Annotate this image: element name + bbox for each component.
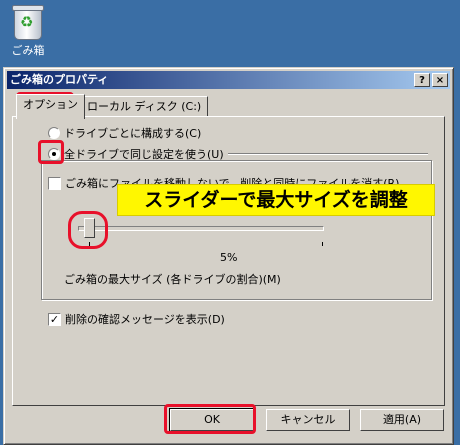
tab-options[interactable]: オプション: [16, 94, 85, 119]
desktop-icon-label: ごみ箱: [11, 44, 45, 57]
properties-dialog: ごみ箱のプロパティ ? × オプション ローカル ディスク (C:) ドライブご…: [3, 67, 454, 445]
slider-track[interactable]: [78, 226, 324, 231]
checkbox-confirm-label: 削除の確認メッセージを表示(D): [65, 313, 225, 326]
radio-each-drive-control[interactable]: [48, 127, 60, 139]
title-bar[interactable]: ごみ箱のプロパティ ? ×: [7, 71, 450, 89]
radio-each-drive[interactable]: ドライブごとに構成する(C): [48, 125, 201, 141]
checkbox-delete-immediately-box[interactable]: [48, 176, 61, 190]
help-button[interactable]: ?: [414, 73, 430, 87]
slider-tick: [322, 242, 323, 246]
checkbox-confirm[interactable]: ✓ 削除の確認メッセージを表示(D): [48, 311, 225, 327]
ok-button[interactable]: OK: [169, 408, 255, 432]
recycle-bin-desktop-icon[interactable]: ♻ ごみ箱: [6, 5, 50, 58]
slider-value: 5%: [220, 251, 238, 264]
checkbox-confirm-box[interactable]: ✓: [48, 312, 61, 326]
recycle-bin-icon: ♻: [12, 5, 44, 40]
slider-tick: [89, 242, 90, 246]
slider-thumb[interactable]: [84, 218, 95, 238]
radio-all-drives-control[interactable]: [48, 148, 60, 160]
close-button[interactable]: ×: [432, 73, 448, 87]
radio-each-drive-label: ドライブごとに構成する(C): [64, 127, 202, 140]
apply-button[interactable]: 適用(A): [360, 409, 444, 431]
slider-caption: ごみ箱の最大サイズ (各ドライブの割合)(M): [64, 273, 281, 286]
group-separator: [228, 153, 428, 155]
annotation-callout: スライダーで最大サイズを調整: [118, 185, 434, 215]
cancel-button[interactable]: キャンセル: [266, 409, 350, 431]
tab-local-disk[interactable]: ローカル ディスク (C:): [80, 96, 209, 117]
window-title: ごみ箱のプロパティ: [10, 73, 109, 86]
